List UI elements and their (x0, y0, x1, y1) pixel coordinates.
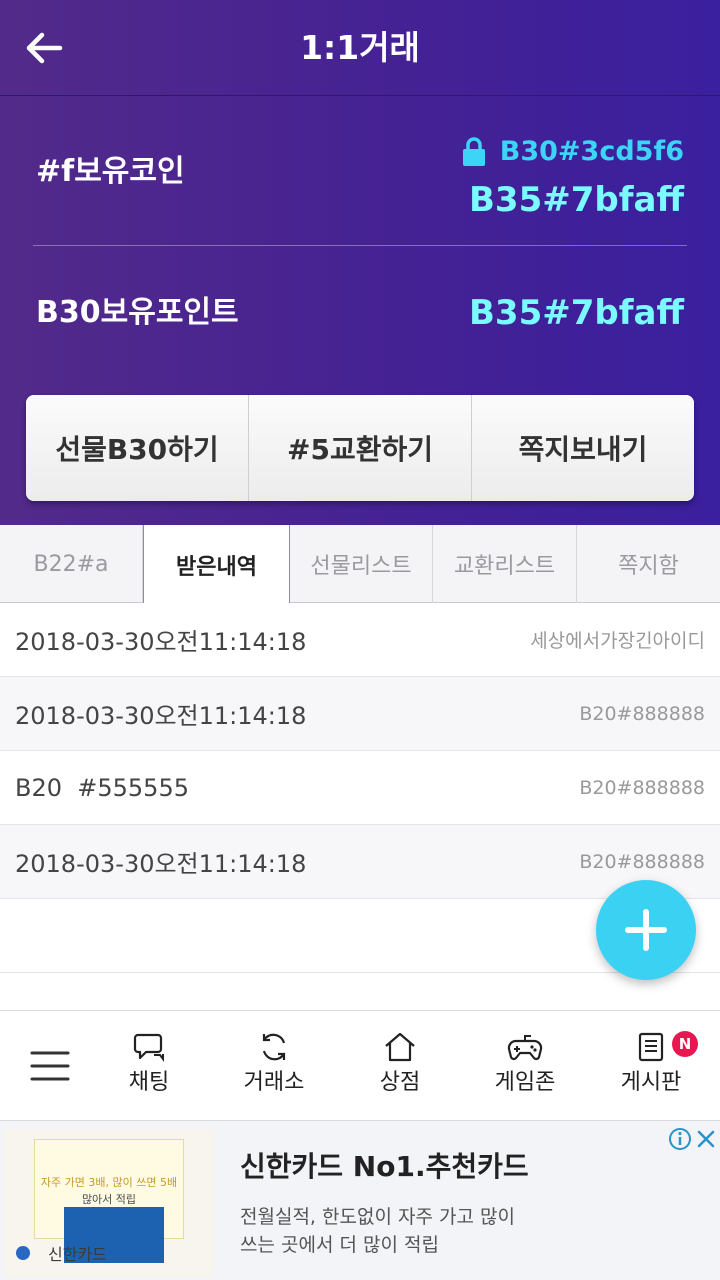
nav-chat-label: 채팅 (128, 1070, 170, 1095)
tab-inbox[interactable]: 쪽지함 (577, 525, 720, 603)
info-icon (669, 1128, 691, 1150)
page-title: 1:1거래 (300, 28, 420, 67)
list-item[interactable]: 2018-03-30오전11:14:18 B20#888888 (0, 677, 720, 751)
gift-button[interactable]: 선물B30하기 (26, 395, 249, 501)
add-fab-button[interactable] (596, 880, 696, 980)
ad-image: 자주 가면 3배, 많이 쓰면 5배 많아서 적립 신한카드 (4, 1129, 214, 1277)
tab-received[interactable]: 받은내역 (143, 525, 290, 604)
nav-board[interactable]: 게시판 N (596, 1031, 706, 1111)
screen: 1:1거래 #f보유코인 B30#3cd5f6 B35#7bfaff B30보유… (0, 0, 720, 1280)
home-icon (385, 1032, 415, 1062)
list-item-main: B20 #555555 (15, 773, 189, 802)
action-bar: 선물B30하기 #5교환하기 쪽지보내기 (26, 395, 694, 501)
coin-value: B35#7bfaff (469, 180, 684, 220)
divider (33, 245, 687, 246)
plus-icon (625, 909, 667, 951)
menu-button[interactable] (30, 1049, 70, 1083)
board-icon (638, 1032, 664, 1062)
list-item-side: B20#888888 (579, 850, 705, 873)
list-item-side: B20#888888 (579, 776, 705, 799)
new-badge: N (672, 1031, 698, 1057)
tab-1[interactable]: B22#a (0, 525, 143, 603)
point-value: B35#7bfaff (469, 293, 684, 333)
list-item[interactable]: 2018-03-30오전11:14:18 B20#888888 (0, 825, 720, 899)
nav-shop-label: 상점 (379, 1070, 421, 1095)
brand-logo-icon (16, 1246, 30, 1260)
list-item-side: B20#888888 (579, 702, 705, 725)
nav-exchange[interactable]: 거래소 (219, 1031, 329, 1111)
ad-brand: 신한카드 (16, 1241, 107, 1265)
ad-banner[interactable]: 자주 가면 3배, 많이 쓰면 5배 많아서 적립 신한카드 신한카드 No1.… (0, 1120, 720, 1280)
ad-description: 전월실적, 한도없이 자주 가고 많이 쓰는 곳에서 더 많이 적립 (240, 1203, 580, 1259)
bottom-nav: 채팅 거래소 상점 게임존 게시판 N (0, 1010, 720, 1120)
coin-label: #f보유코인 (36, 154, 185, 189)
ad-close-button[interactable] (694, 1127, 718, 1151)
ad-image-text: 많아서 적립 (81, 1193, 137, 1206)
nav-shop[interactable]: 상점 (345, 1031, 455, 1111)
chat-icon (133, 1033, 164, 1062)
list-item-main: 2018-03-30오전11:14:18 (15, 628, 307, 656)
list-item[interactable]: 2018-03-30오전11:14:18 세상에서가장긴아이디 (0, 603, 720, 677)
send-message-button[interactable]: 쪽지보내기 (472, 395, 694, 501)
list-item-main: 2018-03-30오전11:14:18 (15, 702, 307, 730)
tab-bar: B22#a 받은내역 선물리스트 교환리스트 쪽지함 (0, 525, 720, 604)
coin-summary: #f보유코인 B30#3cd5f6 B35#7bfaff (36, 120, 684, 230)
nav-exchange-label: 거래소 (243, 1070, 305, 1095)
lock-icon (462, 137, 486, 167)
nav-chat[interactable]: 채팅 (94, 1031, 204, 1111)
ad-description-line: 전월실적, 한도없이 자주 가고 많이 (240, 1206, 515, 1228)
tab-gift-list[interactable]: 선물리스트 (290, 525, 433, 603)
ad-description-line: 쓰는 곳에서 더 많이 적립 (240, 1234, 439, 1256)
list-item-main: 2018-03-30오전11:14:18 (15, 850, 307, 878)
list-item[interactable]: B20 #555555 B20#888888 (0, 751, 720, 825)
nav-gamezone-label: 게임존 (494, 1070, 556, 1095)
ad-brand-label: 신한카드 (48, 1245, 107, 1264)
locked-coin: B30#3cd5f6 (462, 132, 684, 172)
locked-coin-value: B30#3cd5f6 (499, 136, 684, 167)
close-icon (697, 1130, 715, 1148)
app-bar: 1:1거래 (0, 0, 720, 96)
tab-exchange-list[interactable]: 교환리스트 (433, 525, 577, 603)
hamburger-menu-icon (30, 1051, 70, 1081)
gamepad-icon (507, 1035, 543, 1061)
header-panel: 1:1거래 #f보유코인 B30#3cd5f6 B35#7bfaff B30보유… (0, 0, 720, 525)
exchange-button[interactable]: #5교환하기 (249, 395, 472, 501)
point-summary: B30보유포인트 B35#7bfaff (36, 285, 684, 341)
ad-info-button[interactable] (668, 1127, 692, 1151)
nav-board-label: 게시판 (620, 1070, 682, 1095)
ad-image-text: 자주 가면 3배, 많이 쓰면 5배 (40, 1176, 178, 1189)
refresh-icon (262, 1033, 286, 1061)
ad-title: 신한카드 No1.추천카드 (240, 1150, 529, 1183)
nav-gamezone[interactable]: 게임존 (470, 1031, 580, 1111)
point-label: B30보유포인트 (36, 295, 239, 330)
list-item-side: 세상에서가장긴아이디 (530, 630, 705, 652)
